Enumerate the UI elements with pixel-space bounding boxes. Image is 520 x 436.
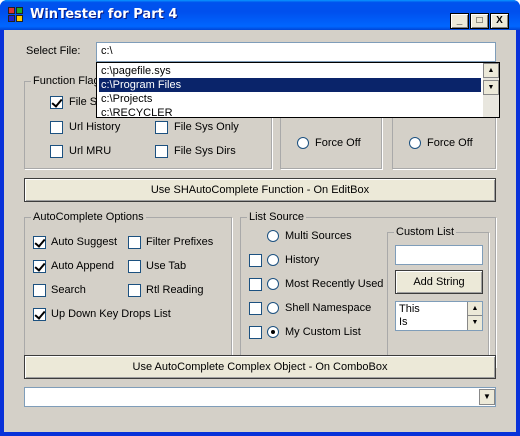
checkbox-rtl-reading[interactable] xyxy=(128,284,141,297)
checkbox-auto-suggest[interactable] xyxy=(33,236,46,249)
checkbox-file-sys-only[interactable] xyxy=(155,121,168,134)
checkbox-mru[interactable] xyxy=(249,278,262,291)
force-off-label-1: Force Off xyxy=(315,137,361,149)
search-label: Search xyxy=(51,284,86,296)
checkbox-use-tab[interactable] xyxy=(128,260,141,273)
autocomplete-complex-button[interactable]: Use AutoComplete Complex Object - On Com… xyxy=(24,355,496,379)
minimize-button[interactable]: _ xyxy=(450,13,469,29)
client-area: Select File: c:\ Function Flags File Sys… xyxy=(4,30,516,432)
auto-append-label: Auto Append xyxy=(51,260,115,272)
file-sys-only-label: File Sys Only xyxy=(174,121,239,133)
up-down-key-label: Up Down Key Drops List xyxy=(51,308,171,320)
radio-mru[interactable] xyxy=(267,278,279,290)
url-mru-label: Url MRU xyxy=(69,145,112,157)
add-string-button[interactable]: Add String xyxy=(395,270,483,294)
app-window: WinTester for Part 4 _ □ X Select File: … xyxy=(0,0,520,436)
custom-list-spinner[interactable]: ▲ ▼ xyxy=(467,302,482,330)
spin-up-icon[interactable]: ▲ xyxy=(468,302,482,316)
checkbox-filter-prefixes[interactable] xyxy=(128,236,141,249)
window-title: WinTester for Part 4 xyxy=(30,7,178,22)
custom-list-box[interactable]: This Is ▲ ▼ xyxy=(395,301,483,331)
custom-string-input[interactable] xyxy=(395,245,483,265)
shell-namespace-label: Shell Namespace xyxy=(285,302,372,314)
maximize-button[interactable]: □ xyxy=(470,13,489,29)
filter-prefixes-label: Filter Prefixes xyxy=(146,236,214,248)
autocomplete-dropdown[interactable]: c:\pagefile.sys c:\Program Files c:\Proj… xyxy=(96,62,500,118)
radio-custom-list[interactable] xyxy=(267,326,279,338)
title-bar[interactable]: WinTester for Part 4 _ □ X xyxy=(0,0,520,30)
autocomplete-item[interactable]: c:\Projects xyxy=(99,92,481,106)
force-off-label-2: Force Off xyxy=(427,137,473,149)
mru-label: Most Recently Used xyxy=(285,278,384,290)
list-source-title: List Source xyxy=(247,211,307,223)
autocomplete-item[interactable]: c:\pagefile.sys xyxy=(99,64,481,78)
scroll-up-icon[interactable]: ▲ xyxy=(483,63,499,78)
custom-list-label: My Custom List xyxy=(285,326,361,338)
checkbox-auto-append[interactable] xyxy=(33,260,46,273)
app-icon xyxy=(8,7,24,23)
autocomplete-item-selected[interactable]: c:\Program Files xyxy=(99,78,481,92)
scroll-down-icon[interactable]: ▼ xyxy=(483,80,499,95)
bottom-combobox[interactable] xyxy=(24,387,496,407)
multi-sources-label: Multi Sources xyxy=(285,230,352,242)
checkbox-up-down-key[interactable] xyxy=(33,308,46,321)
list-source-group: List Source Multi Sources History Most R… xyxy=(240,211,496,367)
checkbox-history[interactable] xyxy=(249,254,262,267)
file-sys-dirs-label: File Sys Dirs xyxy=(174,145,236,157)
custom-list-group: Custom List Add String This Is ▲ ▼ xyxy=(387,226,489,360)
checkbox-search[interactable] xyxy=(33,284,46,297)
auto-suggest-label: Auto Suggest xyxy=(51,236,118,248)
url-history-label: Url History xyxy=(69,121,121,133)
autocomplete-options-title: AutoComplete Options xyxy=(31,211,146,223)
use-tab-label: Use Tab xyxy=(146,260,187,272)
close-button[interactable]: X xyxy=(490,13,509,29)
checkbox-shell-namespace[interactable] xyxy=(249,302,262,315)
radio-force-off-2[interactable] xyxy=(409,137,421,149)
select-file-input[interactable]: c:\ xyxy=(96,42,496,62)
history-label: History xyxy=(285,254,320,266)
chevron-down-icon[interactable]: ▼ xyxy=(479,389,495,405)
checkbox-custom-list[interactable] xyxy=(249,326,262,339)
autocomplete-scrollbar[interactable]: ▲ ▼ xyxy=(483,63,499,117)
checkbox-url-history[interactable] xyxy=(50,121,63,134)
custom-list-title: Custom List xyxy=(394,226,457,238)
autocomplete-options-group: AutoComplete Options Auto Suggest Filter… xyxy=(24,211,232,367)
radio-multi-sources[interactable] xyxy=(267,230,279,242)
custom-list-entry: This xyxy=(399,303,420,315)
autocomplete-item[interactable]: c:\RECYCLER xyxy=(99,106,481,117)
select-file-label: Select File: xyxy=(26,45,81,57)
custom-list-entry: Is xyxy=(399,316,408,328)
shautocomplete-button[interactable]: Use SHAutoComplete Function - On EditBox xyxy=(24,178,496,202)
checkbox-file-sys-dirs[interactable] xyxy=(155,145,168,158)
spin-down-icon[interactable]: ▼ xyxy=(468,316,482,330)
radio-force-off-1[interactable] xyxy=(297,137,309,149)
rtl-reading-label: Rtl Reading xyxy=(146,284,204,296)
radio-shell-namespace[interactable] xyxy=(267,302,279,314)
checkbox-url-mru[interactable] xyxy=(50,145,63,158)
checkbox-file-sys[interactable] xyxy=(50,96,63,109)
radio-history[interactable] xyxy=(267,254,279,266)
